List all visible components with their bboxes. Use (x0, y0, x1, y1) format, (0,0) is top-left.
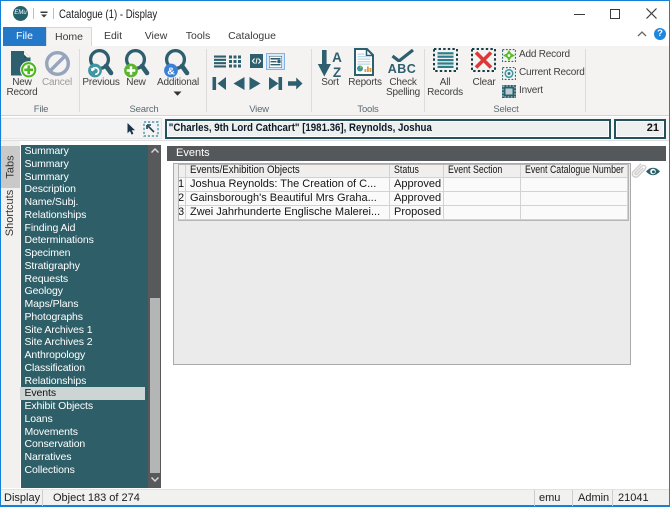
svg-text:A: A (332, 50, 342, 65)
svg-text:&: & (167, 65, 175, 77)
